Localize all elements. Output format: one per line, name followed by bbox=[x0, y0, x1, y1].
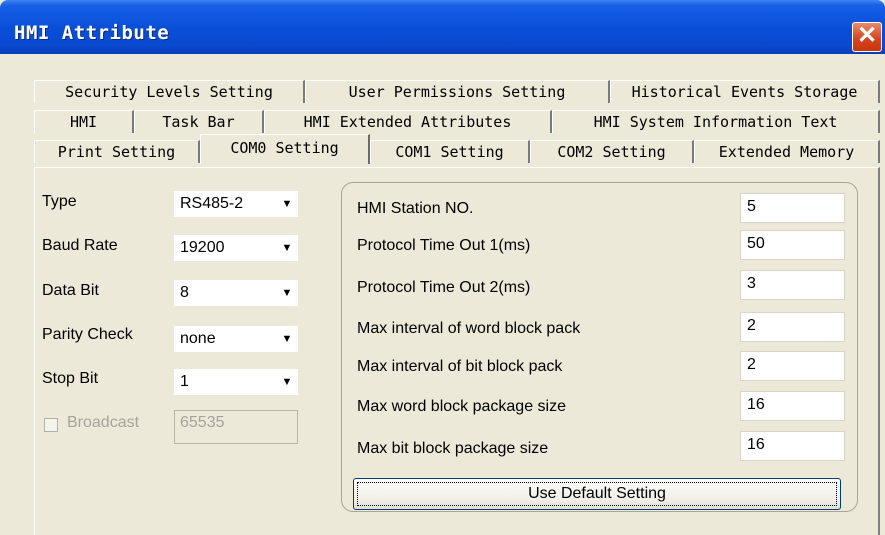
field-label-max-word-block-size: Max word block package size bbox=[357, 398, 566, 415]
close-icon[interactable]: ✕ bbox=[852, 22, 882, 52]
field-label-protocol-timeout-2: Protocol Time Out 2(ms) bbox=[357, 279, 531, 296]
type-select[interactable]: RS485-2 ▼ bbox=[174, 191, 298, 217]
field-label-max-bit-block-size: Max bit block package size bbox=[357, 440, 549, 457]
type-label: Type bbox=[42, 193, 77, 210]
tab-hmi-system-information-text[interactable]: HMI System Information Text bbox=[552, 110, 880, 133]
tab-extended-memory[interactable]: Extended Memory bbox=[694, 140, 880, 163]
tab-print-setting[interactable]: Print Setting bbox=[34, 140, 200, 163]
data-bit-label: Data Bit bbox=[42, 282, 99, 299]
tab-security-levels-setting[interactable]: Security Levels Setting bbox=[34, 80, 305, 103]
max-interval-word-block-input[interactable]: 2 bbox=[740, 312, 845, 342]
tab-hmi[interactable]: HMI bbox=[34, 110, 134, 133]
tab-com0-setting[interactable]: COM0 Setting bbox=[200, 134, 370, 164]
parity-check-select[interactable]: none ▼ bbox=[174, 326, 298, 352]
tab-hmi-extended-attributes[interactable]: HMI Extended Attributes bbox=[264, 110, 552, 133]
stop-bit-select[interactable]: 1 ▼ bbox=[174, 369, 298, 395]
tab-task-bar[interactable]: Task Bar bbox=[134, 110, 264, 133]
window-title: HMI Attribute bbox=[14, 22, 170, 44]
max-interval-bit-block-input[interactable]: 2 bbox=[740, 351, 845, 381]
broadcast-checkbox[interactable] bbox=[44, 418, 58, 432]
max-word-block-size-input[interactable]: 16 bbox=[740, 391, 845, 421]
baud-rate-label: Baud Rate bbox=[42, 237, 118, 254]
field-label-max-interval-bit-block: Max interval of bit block pack bbox=[357, 358, 563, 375]
tab-historical-events-storage[interactable]: Historical Events Storage bbox=[610, 80, 880, 103]
field-label-hmi-station-no: HMI Station NO. bbox=[357, 200, 474, 217]
broadcast-label: Broadcast bbox=[67, 414, 140, 431]
max-bit-block-size-input[interactable]: 16 bbox=[740, 431, 845, 461]
tab-com2-setting[interactable]: COM2 Setting bbox=[530, 140, 694, 163]
focus-rect bbox=[357, 482, 837, 506]
data-bit-select[interactable]: 8 ▼ bbox=[174, 280, 298, 306]
tab-user-permissions-setting[interactable]: User Permissions Setting bbox=[305, 80, 610, 103]
tab-com1-setting[interactable]: COM1 Setting bbox=[370, 140, 530, 163]
dropdown-arrow-icon[interactable]: ▼ bbox=[276, 191, 298, 217]
field-label-protocol-timeout-1: Protocol Time Out 1(ms) bbox=[357, 237, 531, 254]
parity-check-label: Parity Check bbox=[42, 326, 133, 343]
baud-rate-select[interactable]: 19200 ▼ bbox=[174, 235, 298, 261]
field-label-max-interval-word-block: Max interval of word block pack bbox=[357, 320, 581, 337]
dropdown-arrow-icon[interactable]: ▼ bbox=[276, 369, 298, 395]
protocol-timeout-2-input[interactable]: 3 bbox=[740, 270, 845, 300]
dropdown-arrow-icon[interactable]: ▼ bbox=[276, 326, 298, 352]
stop-bit-label: Stop Bit bbox=[42, 370, 99, 387]
protocol-timeout-1-input[interactable]: 50 bbox=[740, 230, 845, 260]
title-bar: HMI Attribute ✕ bbox=[0, 0, 885, 54]
hmi-station-no-input[interactable]: 5 bbox=[740, 193, 845, 223]
use-default-setting-button[interactable]: Use Default Setting bbox=[353, 478, 841, 510]
broadcast-address-field: 65535 bbox=[174, 410, 298, 444]
dropdown-arrow-icon[interactable]: ▼ bbox=[276, 280, 298, 306]
dropdown-arrow-icon[interactable]: ▼ bbox=[276, 235, 298, 261]
